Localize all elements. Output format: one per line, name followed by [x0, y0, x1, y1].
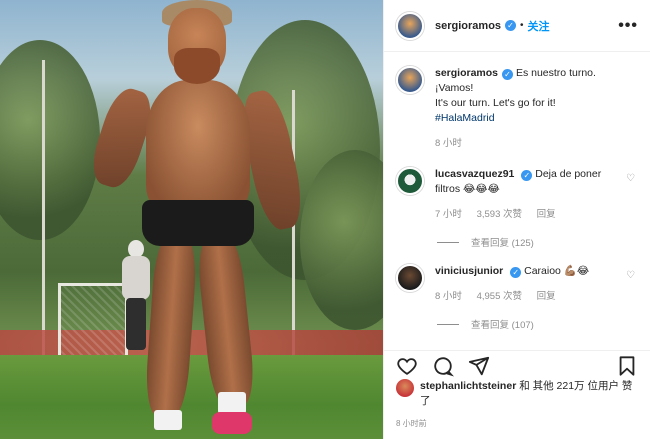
view-replies-button[interactable]: 查看回复 (107) — [437, 317, 638, 331]
separator-dot: • — [520, 20, 524, 31]
caption-time: 8 小时 — [435, 138, 462, 149]
post-side-panel: sergioramos ✓ • 关注 ••• sergioramos ✓ Es n… — [383, 0, 650, 439]
comment-item: lucasvazquez91 ✓ Deja de poner filtros 😂… — [396, 167, 638, 222]
comment-text: Caraioo 💪🏽😂 — [524, 265, 590, 277]
liker-username[interactable]: stephanlichtsteiner — [420, 380, 516, 392]
verified-icon: ✓ — [521, 170, 533, 181]
comments-list: sergioramos ✓ Es nuestro turno. ¡Vamos! I… — [384, 52, 650, 351]
commenter-avatar[interactable] — [396, 264, 424, 292]
author-username[interactable]: sergioramos — [435, 20, 501, 32]
more-options-icon[interactable]: ••• — [618, 17, 638, 35]
caption-username[interactable]: sergioramos — [435, 67, 498, 79]
comment-icon[interactable] — [432, 355, 454, 377]
follow-button[interactable]: 关注 — [528, 18, 550, 34]
view-replies-label[interactable]: 查看回复 (125) — [471, 235, 534, 249]
divider-line — [437, 323, 459, 325]
comment-username[interactable]: viniciusjunior — [435, 265, 503, 277]
comment-time: 8 小时 — [435, 291, 462, 302]
main-figure — [85, 0, 312, 439]
liker-avatar[interactable] — [396, 379, 414, 397]
likes-summary: stephanlichtsteiner 和 其他 221万 位用户 赞了 — [396, 379, 640, 409]
share-icon[interactable] — [468, 355, 490, 377]
verified-icon: ✓ — [502, 69, 514, 80]
comment-item: viniciusjunior ✓ Caraioo 💪🏽😂 8 小时 4,955 … — [396, 264, 638, 304]
verified-icon: ✓ — [505, 20, 517, 31]
comment-username[interactable]: lucasvazquez91 — [435, 168, 514, 180]
comment-like-icon[interactable]: ♡ — [626, 270, 638, 304]
action-bar — [384, 350, 650, 380]
commenter-avatar[interactable] — [396, 167, 424, 195]
post-header: sergioramos ✓ • 关注 ••• — [384, 0, 650, 52]
author-avatar[interactable] — [396, 66, 424, 94]
verified-icon: ✓ — [510, 267, 522, 278]
reply-button[interactable]: 回复 — [537, 291, 556, 302]
comment-likes[interactable]: 4,955 次赞 — [477, 291, 522, 302]
comment-likes[interactable]: 3,593 次赞 — [477, 209, 522, 220]
post-timestamp: 8 小时前 — [396, 419, 427, 428]
caption-line: ¡Vamos! — [435, 82, 474, 94]
post-photo[interactable] — [0, 0, 383, 439]
hashtag-link[interactable]: #HalaMadrid — [435, 111, 638, 126]
comment-like-icon[interactable]: ♡ — [626, 173, 638, 222]
background-pole — [42, 60, 45, 360]
divider-line — [437, 241, 459, 243]
bookmark-icon[interactable] — [616, 355, 638, 377]
view-replies-label[interactable]: 查看回复 (107) — [471, 317, 534, 331]
heart-icon[interactable] — [396, 355, 418, 377]
caption-line: It's our turn. Let's go for it! — [435, 97, 556, 109]
reply-button[interactable]: 回复 — [537, 209, 556, 220]
caption-line: Es nuestro turno. — [515, 67, 596, 79]
background-tree — [0, 40, 100, 240]
comment-time: 7 小时 — [435, 209, 462, 220]
view-replies-button[interactable]: 查看回复 (125) — [437, 235, 638, 249]
post-view: sergioramos ✓ • 关注 ••• sergioramos ✓ Es n… — [0, 0, 650, 439]
caption: sergioramos ✓ Es nuestro turno. ¡Vamos! I… — [396, 66, 638, 151]
author-avatar[interactable] — [396, 11, 424, 40]
